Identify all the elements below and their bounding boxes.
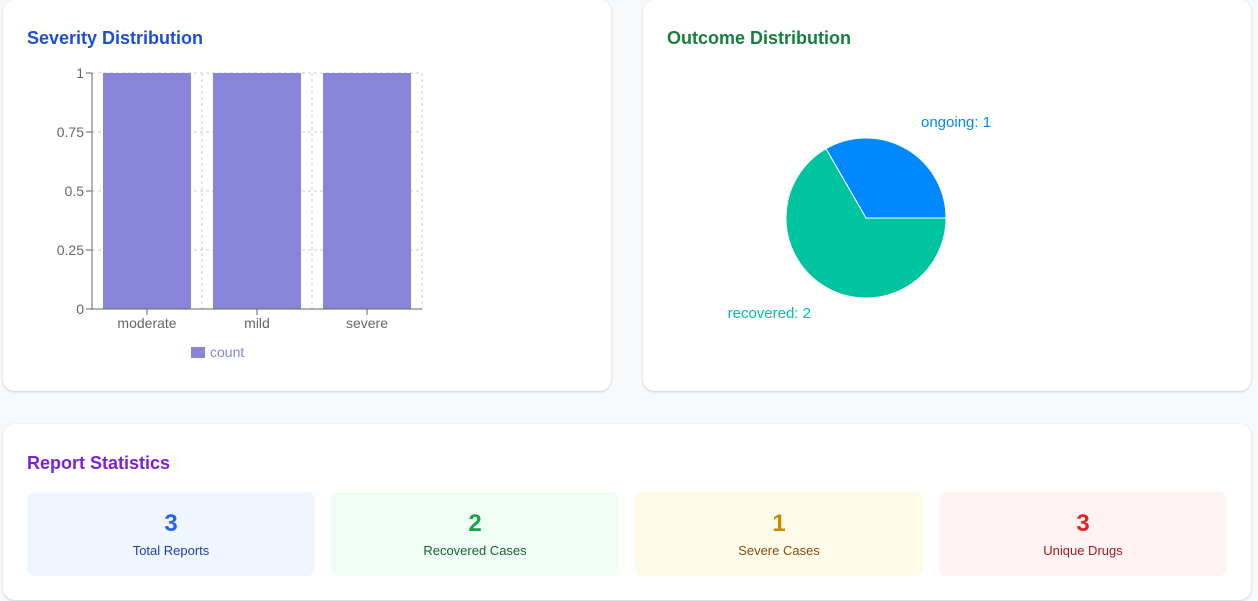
x-tick-label: mild: [244, 315, 270, 331]
severity-bar-chart: 0 0.25 0.5 0.75 1 moderate mild severe count: [57, 65, 423, 360]
severity-distribution-card: Severity Distribution 0 0.25 0.5 0.75 1 moder…: [3, 0, 611, 391]
stat-unique-drugs: 3 Unique Drugs: [939, 492, 1227, 576]
y-tick-label: 0.5: [65, 183, 85, 199]
y-tick-label: 0.25: [57, 242, 84, 258]
outcome-distribution-card: Outcome Distribution ongoing: 1 recovered…: [643, 0, 1251, 391]
y-tick-label: 0: [76, 301, 84, 317]
y-tick-label: 0.75: [57, 124, 84, 140]
stat-label: Severe Cases: [738, 543, 820, 558]
pie-label-recovered: recovered: 2: [728, 305, 811, 322]
bar-mild: [213, 73, 301, 309]
stat-value: 3: [1076, 510, 1090, 537]
outcome-pie-chart: ongoing: 1 recovered: 2: [728, 114, 991, 322]
chart-legend: count: [191, 344, 244, 360]
stat-value: 2: [468, 510, 482, 537]
stat-value: 3: [164, 510, 178, 537]
legend-label: count: [210, 344, 244, 360]
bar-severe: [323, 73, 411, 309]
stat-label: Total Reports: [132, 543, 210, 558]
stat-severe-cases: 1 Severe Cases: [635, 492, 923, 576]
stat-recovered-cases: 2 Recovered Cases: [331, 492, 619, 576]
stat-label: Unique Drugs: [1043, 543, 1123, 558]
stat-label: Recovered Cases: [423, 543, 527, 558]
report-statistics-card: Report Statistics 3 Total Reports 2 Reco…: [3, 424, 1251, 600]
report-statistics-title: Report Statistics: [27, 453, 171, 473]
bar-moderate: [103, 73, 191, 309]
pie-label-ongoing: ongoing: 1: [921, 114, 991, 131]
y-tick-label: 1: [76, 65, 84, 81]
stat-value: 1: [772, 510, 786, 537]
stat-total-reports: 3 Total Reports: [27, 492, 315, 576]
x-tick-label: severe: [346, 315, 388, 331]
x-tick-label: moderate: [117, 315, 176, 331]
legend-swatch: [191, 347, 205, 358]
